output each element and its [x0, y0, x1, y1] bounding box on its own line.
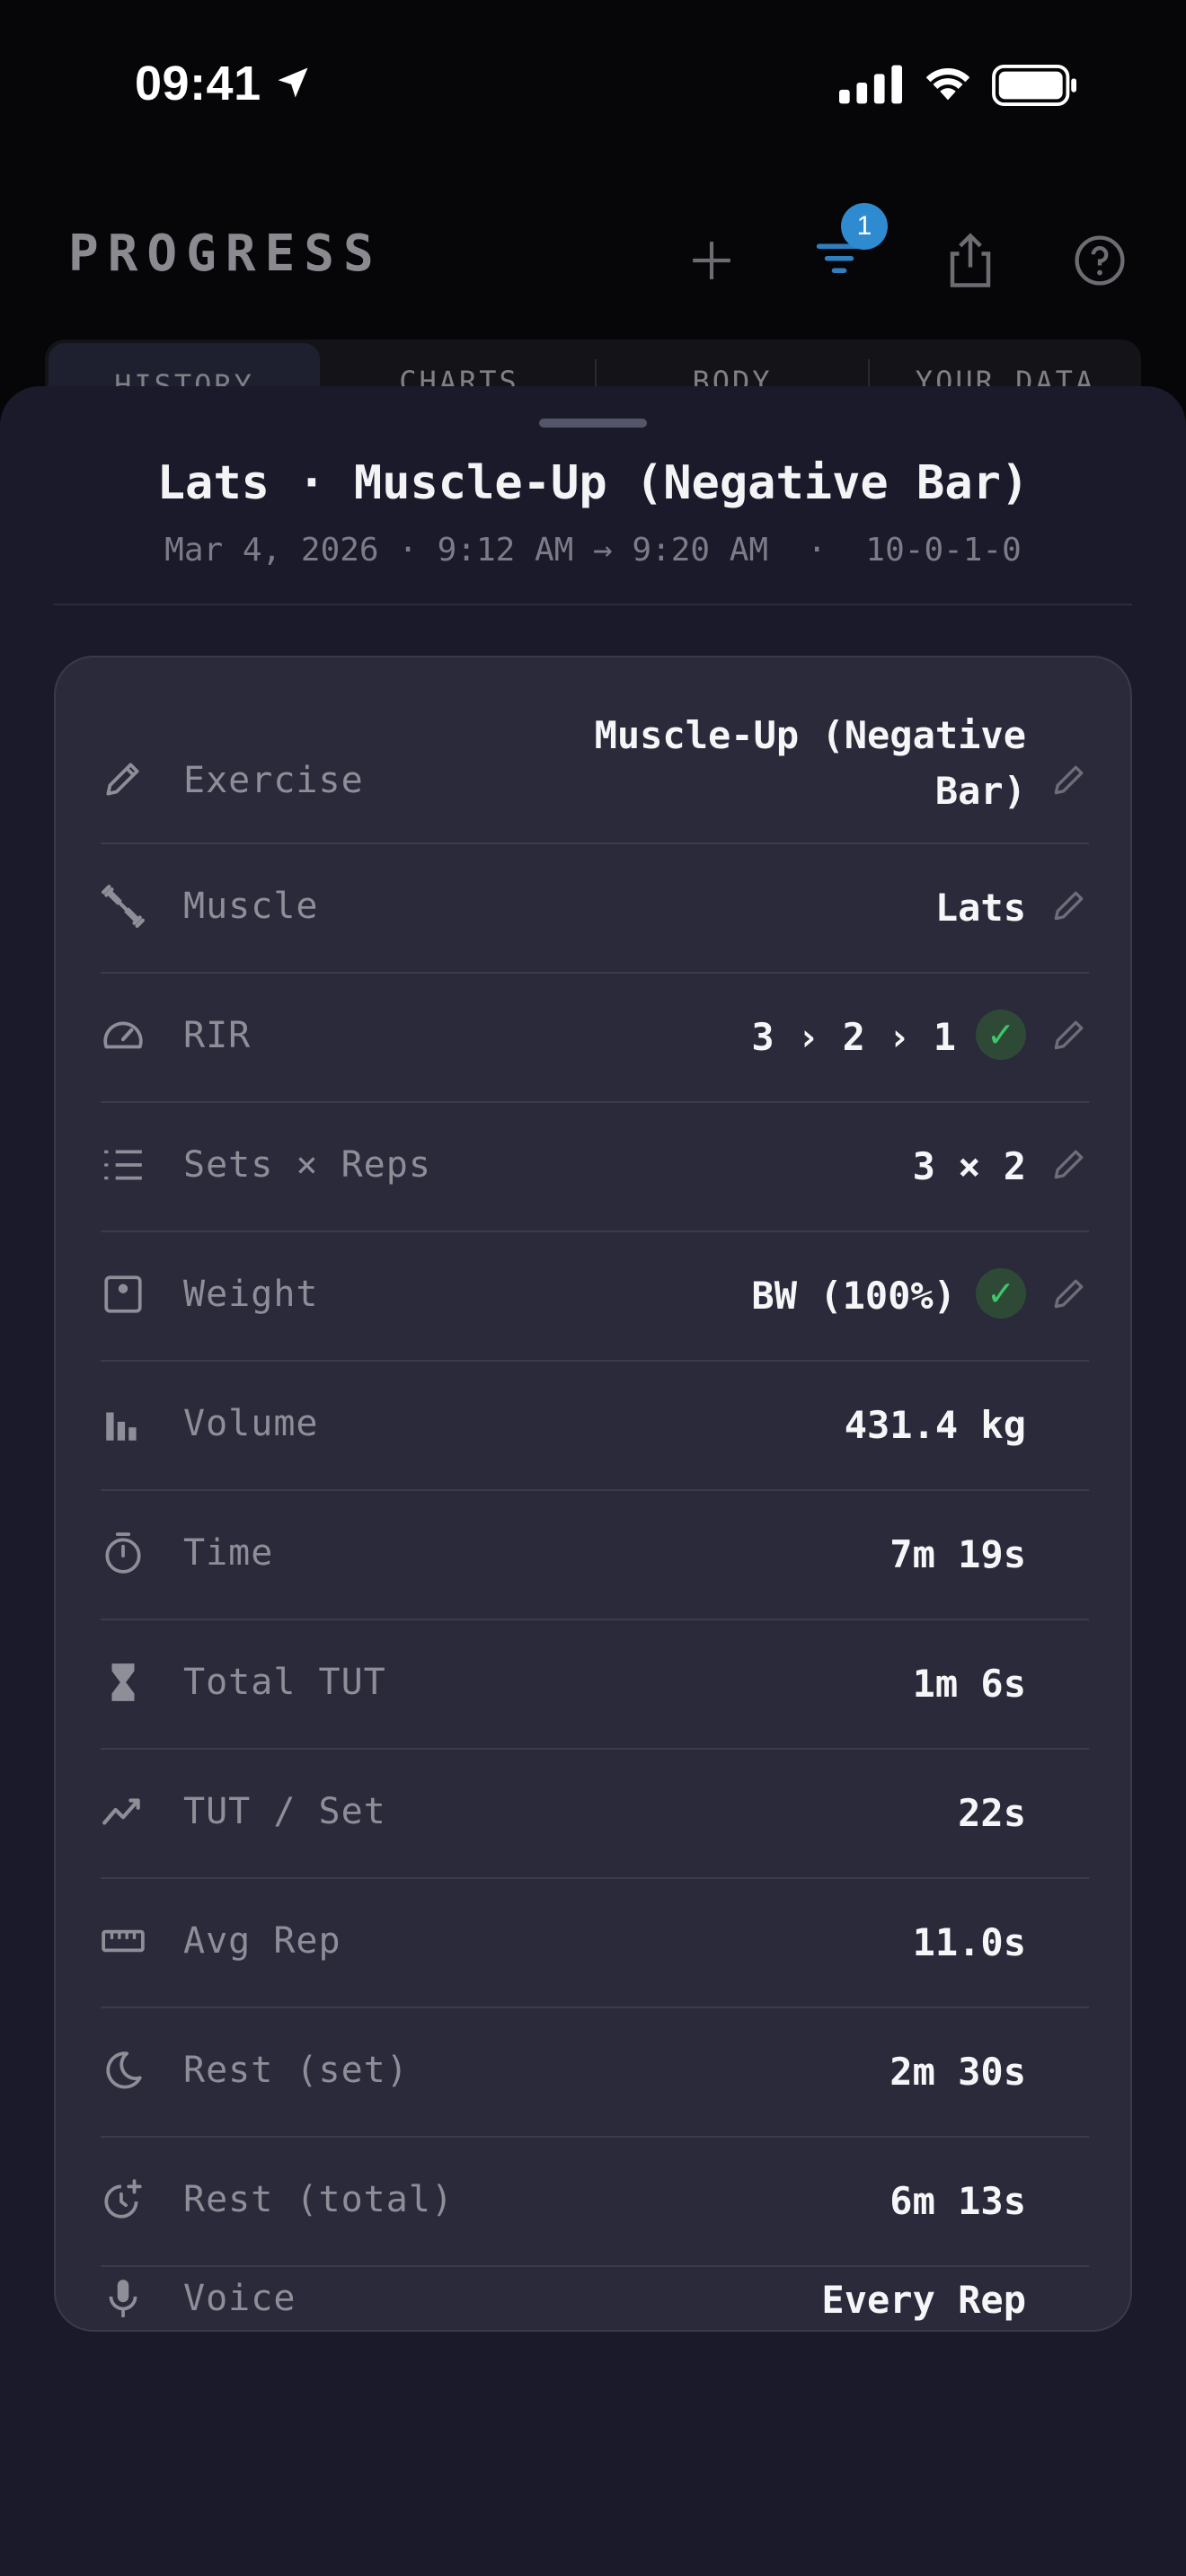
- status-bar: 09:41: [0, 0, 1186, 171]
- add-button[interactable]: [676, 225, 748, 296]
- edit-pencil-icon[interactable]: [1049, 1274, 1089, 1313]
- microphone-icon: [109, 2280, 137, 2317]
- row-value: 431.4 kg: [844, 1403, 1026, 1447]
- row-label: Avg Rep: [183, 1920, 341, 1962]
- detail-row-voice[interactable]: Voice Every Rep: [101, 2267, 1089, 2332]
- wifi-icon: [925, 68, 970, 101]
- detail-row-weight[interactable]: Weight BW (100%) ✓: [101, 1232, 1089, 1360]
- page-title: PROGRESS: [68, 225, 383, 283]
- detail-row-rir[interactable]: RIR 3 › 2 › 1 ✓: [101, 974, 1089, 1101]
- row-value: 3 × 2: [912, 1144, 1026, 1188]
- row-label: TUT / Set: [183, 1791, 386, 1832]
- row-label: RIR: [183, 1015, 252, 1056]
- row-value: 3 › 2 › 1: [751, 1015, 956, 1059]
- detail-row-time: Time 7m 19s: [101, 1491, 1089, 1619]
- row-label: Voice: [183, 2278, 296, 2319]
- edit-pencil-icon[interactable]: [1049, 760, 1089, 799]
- detail-row-sets-reps[interactable]: Sets × Reps 3 × 2: [101, 1103, 1089, 1231]
- row-label: Total TUT: [183, 1662, 386, 1703]
- detail-row-total-tut: Total TUT 1m 6s: [101, 1620, 1089, 1748]
- bar-chart-icon: [106, 1412, 137, 1441]
- row-value: 6m 13s: [890, 2179, 1026, 2223]
- help-icon: [1075, 235, 1125, 286]
- divider: [54, 604, 1132, 605]
- row-value: 1m 6s: [912, 1662, 1026, 1706]
- moon-icon: [106, 2051, 142, 2089]
- detail-sheet: Lats · Muscle-Up (Negative Bar) Mar 4, 2…: [0, 386, 1186, 2576]
- row-value: BW (100%): [751, 1274, 956, 1318]
- gauge-icon: [103, 1021, 143, 1049]
- row-label: Exercise: [183, 760, 364, 801]
- row-label: Muscle: [183, 886, 319, 927]
- sheet-grabber[interactable]: [539, 419, 647, 428]
- detail-row-rest-set: Rest (set) 2m 30s: [101, 2008, 1089, 2136]
- scale-icon: [104, 1275, 142, 1313]
- hourglass-icon: [111, 1663, 135, 1701]
- pencil-icon: [106, 763, 139, 796]
- row-value: 2m 30s: [890, 2050, 1026, 2094]
- row-label: Weight: [183, 1274, 319, 1315]
- workout-detail-card: Exercise Muscle-Up (Negative Bar) Muscle…: [54, 656, 1132, 2332]
- stopwatch-icon: [105, 1532, 141, 1574]
- trend-icon: [102, 1798, 140, 1825]
- help-button[interactable]: [1064, 225, 1136, 296]
- row-label: Time: [183, 1532, 274, 1574]
- edit-pencil-icon[interactable]: [1049, 1015, 1089, 1054]
- cellular-signal-icon: [839, 65, 902, 104]
- dumbbell-icon: [102, 885, 145, 928]
- clock-plus-icon: [104, 2179, 142, 2219]
- plus-icon: [693, 242, 730, 279]
- row-label: Sets × Reps: [183, 1144, 431, 1186]
- row-value: Muscle-Up (Negative Bar): [594, 713, 1026, 813]
- detail-row-tut-per-set: TUT / Set 22s: [101, 1750, 1089, 1877]
- check-badge: ✓: [976, 1268, 1026, 1319]
- detail-row-rest-total: Rest (total) 6m 13s: [101, 2138, 1089, 2265]
- edit-pencil-icon[interactable]: [1049, 886, 1089, 925]
- detail-row-avg-rep: Avg Rep 11.0s: [101, 1879, 1089, 2007]
- edit-pencil-icon[interactable]: [1049, 1144, 1089, 1184]
- sheet-title: Lats · Muscle-Up (Negative Bar): [156, 456, 1030, 510]
- filter-count-badge: 1: [841, 203, 888, 250]
- sheet-subtitle: Mar 4, 2026 · 9:12 AM → 9:20 AM · 10-0-1…: [164, 532, 1022, 569]
- location-arrow-icon: [278, 67, 308, 98]
- share-icon: [950, 233, 991, 287]
- share-button[interactable]: [934, 225, 1006, 296]
- row-value: 11.0s: [912, 1920, 1026, 1964]
- list-icon: [104, 1150, 142, 1180]
- detail-row-muscle[interactable]: Muscle Lats: [101, 844, 1089, 972]
- status-time: 09:41: [135, 57, 261, 110]
- ruler-icon: [102, 1929, 145, 1953]
- row-label: Volume: [183, 1403, 319, 1444]
- check-badge: ✓: [976, 1010, 1026, 1060]
- row-value: Every Rep: [821, 2278, 1026, 2322]
- row-label: Rest (set): [183, 2050, 409, 2091]
- app-header: PROGRESS 1: [0, 198, 1186, 314]
- detail-row-volume: Volume 431.4 kg: [101, 1362, 1089, 1489]
- row-value: 22s: [958, 1791, 1026, 1835]
- battery-icon: [992, 65, 1076, 106]
- row-value: 7m 19s: [890, 1532, 1026, 1576]
- row-label: Rest (total): [183, 2179, 454, 2220]
- row-value: Lats: [934, 886, 1026, 930]
